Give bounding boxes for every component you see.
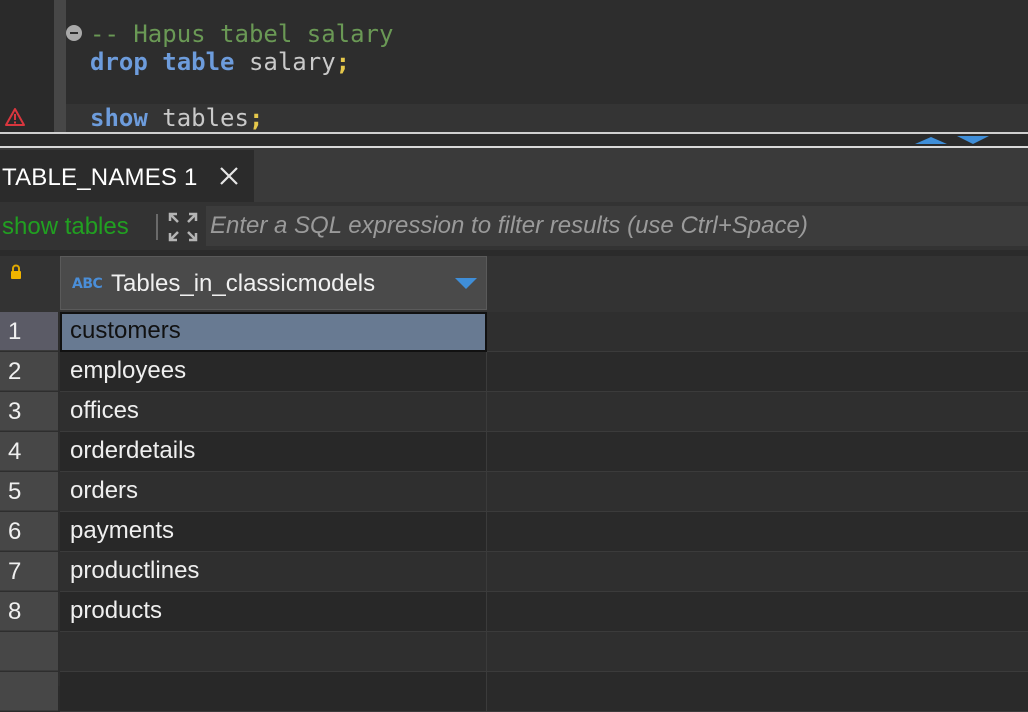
empty-cell	[60, 632, 487, 672]
warning-icon[interactable]	[4, 107, 26, 127]
table-row[interactable]: 6 payments	[0, 512, 1028, 552]
table-row[interactable]: 8 products	[0, 592, 1028, 632]
empty-row	[0, 632, 1028, 672]
row-filler	[487, 672, 1028, 712]
editor-gutter-ruler	[54, 0, 66, 132]
table-cell[interactable]: customers	[60, 312, 487, 352]
table-row[interactable]: 7 productlines	[0, 552, 1028, 592]
row-number-empty	[0, 632, 58, 671]
table-cell[interactable]: products	[60, 592, 487, 632]
query-label: show tables	[2, 213, 129, 240]
identifier-tables: tables	[162, 104, 249, 132]
restore-editor-icon[interactable]	[957, 136, 989, 144]
code-line-drop: drop table salary;	[90, 48, 350, 76]
table-cell[interactable]: offices	[60, 392, 487, 432]
row-filler	[487, 552, 1028, 592]
filter-divider	[156, 214, 158, 240]
keyword-drop: drop	[90, 48, 148, 76]
table-row[interactable]: 1 customers	[0, 312, 1028, 352]
lock-icon	[11, 264, 21, 279]
row-number-empty	[0, 672, 58, 711]
close-icon[interactable]	[218, 165, 240, 187]
row-filler	[487, 632, 1028, 672]
row-number[interactable]: 4	[0, 432, 58, 471]
keyword-table: table	[162, 48, 235, 76]
row-number[interactable]: 8	[0, 592, 58, 631]
identifier-salary: salary	[248, 48, 336, 76]
semicolon: ;	[248, 104, 264, 132]
filter-input[interactable]	[206, 206, 1028, 246]
table-cell[interactable]: productlines	[60, 552, 487, 592]
row-number[interactable]: 3	[0, 392, 58, 431]
text-type-icon: ABC	[72, 276, 103, 292]
row-number[interactable]: 1	[0, 312, 58, 351]
tab-label: TABLE_NAMES 1	[2, 164, 198, 191]
table-row[interactable]: 3 offices	[0, 392, 1028, 432]
expand-icon[interactable]	[167, 211, 199, 243]
table-cell[interactable]: orderdetails	[60, 432, 487, 472]
row-number[interactable]: 5	[0, 472, 58, 511]
keyword-show: show	[90, 104, 148, 132]
table-row[interactable]: 4 orderdetails	[0, 432, 1028, 472]
row-filler	[487, 392, 1028, 432]
empty-cell	[60, 672, 487, 712]
code-comment-line: -- Hapus tabel salary	[90, 20, 394, 48]
table-cell[interactable]: orders	[60, 472, 487, 512]
row-filler	[487, 432, 1028, 472]
sort-dropdown-icon[interactable]	[455, 278, 477, 289]
semicolon: ;	[335, 48, 351, 76]
table-cell[interactable]: payments	[60, 512, 487, 552]
column-header-label: Tables_in_classicmodels	[111, 270, 376, 297]
row-filler	[487, 312, 1028, 352]
empty-row	[0, 672, 1028, 712]
table-cell[interactable]: employees	[60, 352, 487, 392]
row-number[interactable]: 6	[0, 512, 58, 551]
row-filler	[487, 352, 1028, 392]
sql-editor[interactable]: -- Hapus tabel salary drop table salary;…	[0, 0, 1028, 132]
row-filler	[487, 592, 1028, 632]
tab-table-names-1[interactable]: TABLE_NAMES 1	[0, 150, 254, 202]
row-filler	[487, 512, 1028, 552]
row-number[interactable]: 2	[0, 352, 58, 391]
table-row[interactable]: 5 orders	[0, 472, 1028, 512]
code-line-show: show tables;	[90, 104, 263, 132]
table-row[interactable]: 2 employees	[0, 352, 1028, 392]
fold-collapse-icon[interactable]	[66, 25, 82, 41]
row-filler	[487, 472, 1028, 512]
maximize-results-icon[interactable]	[915, 137, 947, 144]
row-number[interactable]: 7	[0, 552, 58, 591]
